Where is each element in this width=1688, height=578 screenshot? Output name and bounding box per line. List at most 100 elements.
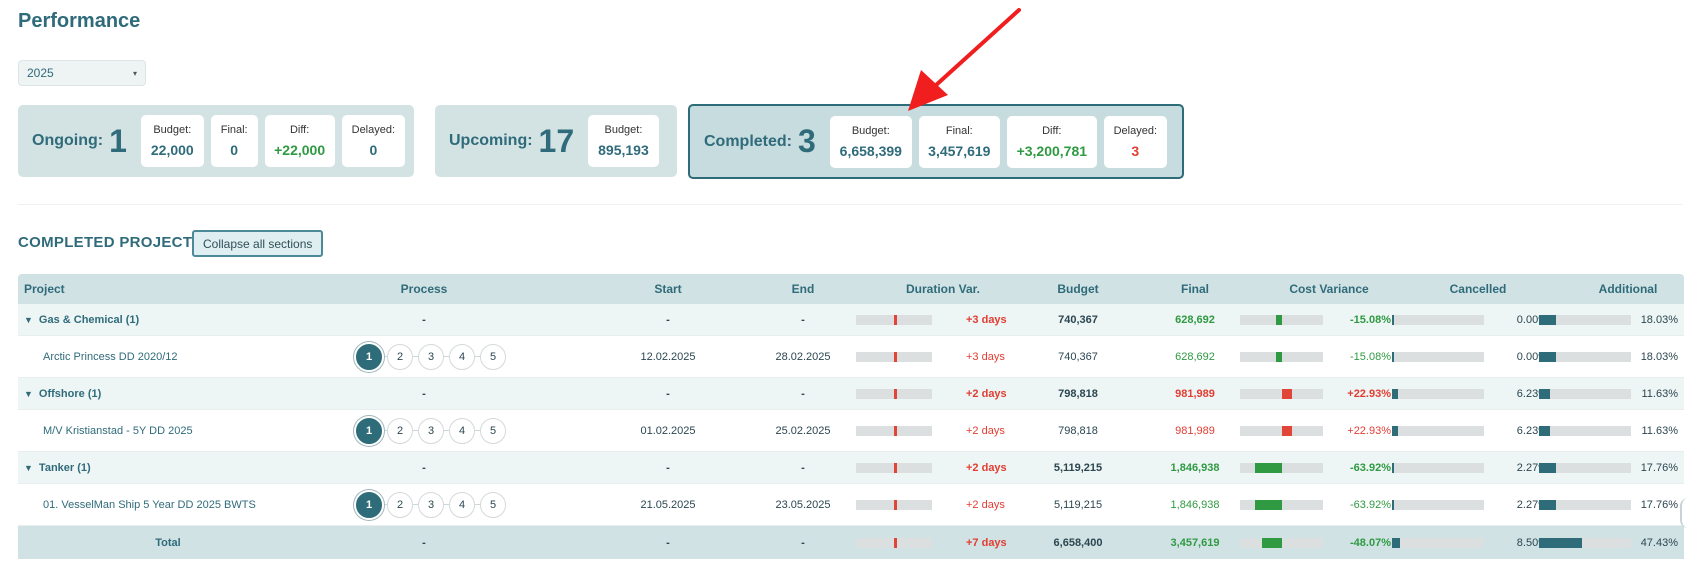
process-step-5[interactable]: 5 bbox=[480, 417, 506, 444]
col-header-cost-variance[interactable]: Cost Variance bbox=[1254, 274, 1404, 304]
duration-bar bbox=[856, 351, 932, 362]
process-step-3[interactable]: 3 bbox=[418, 343, 444, 370]
col-header-cancelled[interactable]: Cancelled bbox=[1418, 274, 1538, 304]
budget-cell: 740,367 bbox=[1058, 350, 1098, 363]
duration-value: +2 days bbox=[966, 424, 1005, 437]
additional-bar bbox=[1539, 388, 1631, 399]
process-step-3[interactable]: 3 bbox=[418, 491, 444, 518]
process-cell: - bbox=[422, 387, 426, 400]
process-step-3[interactable]: 3 bbox=[418, 417, 444, 444]
duration-bar-marker bbox=[894, 351, 897, 362]
cost-variance-bar bbox=[1240, 537, 1323, 548]
stat-value: 0 bbox=[369, 142, 378, 158]
cost-variance-value: -63.92% bbox=[1350, 498, 1391, 511]
cancelled-bar-fill bbox=[1392, 425, 1398, 436]
stat-label: Delayed: bbox=[351, 124, 396, 136]
stat-value: 0 bbox=[230, 142, 239, 158]
additional-bar-fill bbox=[1539, 499, 1556, 510]
process-step-1[interactable]: 1 bbox=[356, 417, 382, 444]
cancelled-bar-fill bbox=[1392, 462, 1394, 473]
summary-label: Ongoing: bbox=[32, 132, 104, 149]
process-step-5[interactable]: 5 bbox=[480, 491, 506, 518]
scroll-edge bbox=[1680, 498, 1688, 528]
col-header-final[interactable]: Final bbox=[1145, 274, 1245, 304]
additional-value: 18.03% bbox=[1640, 350, 1678, 363]
table-row[interactable]: Arctic Princess DD 2020/12 1 2 3 4 5 12.02.202… bbox=[18, 335, 1684, 378]
start-cell: 12.02.2025 bbox=[640, 350, 696, 363]
duration-bar bbox=[856, 462, 932, 473]
process-step-4[interactable]: 4 bbox=[449, 343, 475, 370]
start-cell: 01.02.2025 bbox=[640, 424, 696, 437]
col-header-start[interactable]: Start bbox=[618, 274, 718, 304]
col-header-process[interactable]: Process bbox=[356, 274, 492, 304]
project-name-link[interactable]: M/V Kristianstad - 5Y DD 2025 bbox=[43, 410, 343, 451]
triangle-down-icon: ▼ bbox=[24, 388, 33, 399]
start-cell: - bbox=[666, 313, 670, 326]
cancelled-bar bbox=[1392, 462, 1484, 473]
duration-value: +7 days bbox=[966, 536, 1007, 549]
cancelled-bar bbox=[1392, 351, 1484, 362]
col-header-project[interactable]: Project bbox=[24, 274, 65, 304]
end-cell: - bbox=[801, 313, 805, 326]
summary-count: 17 bbox=[538, 122, 575, 159]
cost-variance-bar-fill bbox=[1262, 537, 1282, 548]
duration-bar bbox=[856, 388, 932, 399]
start-cell: 21.05.2025 bbox=[640, 498, 696, 511]
duration-bar bbox=[856, 425, 932, 436]
process-step-1[interactable]: 1 bbox=[356, 491, 382, 518]
group-toggle[interactable]: ▼ Tanker (1) bbox=[24, 452, 91, 483]
budget-cell: 798,818 bbox=[1058, 424, 1098, 437]
table-row[interactable]: M/V Kristianstad - 5Y DD 2025 1 2 3 4 5 01.02.… bbox=[18, 409, 1684, 452]
col-header-duration[interactable]: Duration Var. bbox=[878, 274, 1008, 304]
group-toggle[interactable]: ▼ Gas & Chemical (1) bbox=[24, 304, 139, 335]
col-header-end[interactable]: End bbox=[753, 274, 853, 304]
stat-diff: Diff: +3,200,781 bbox=[1006, 115, 1097, 168]
group-row[interactable]: ▼ Gas & Chemical (1) - - - +3 days 740,367 628,… bbox=[18, 304, 1684, 335]
year-select-value: 2025 bbox=[27, 66, 54, 80]
process-step-2[interactable]: 2 bbox=[387, 343, 413, 370]
end-cell: - bbox=[801, 461, 805, 474]
budget-cell: 5,119,215 bbox=[1053, 498, 1103, 511]
final-cell: 981,989 bbox=[1175, 424, 1215, 437]
stat-value: 895,193 bbox=[598, 142, 649, 158]
start-cell: - bbox=[666, 387, 670, 400]
budget-cell: 798,818 bbox=[1058, 387, 1098, 400]
additional-bar-fill bbox=[1539, 351, 1556, 362]
stat-label: Diff: bbox=[289, 124, 310, 136]
total-label: Total bbox=[155, 536, 181, 549]
group-row[interactable]: ▼ Tanker (1) - - - +2 days 5,119,215 1,846,938 -… bbox=[18, 452, 1684, 483]
summary-ongoing[interactable]: Ongoing: 1 Budget: 22,000 Final: 0 Diff:… bbox=[18, 105, 414, 177]
process-step-2[interactable]: 2 bbox=[387, 491, 413, 518]
process-step-4[interactable]: 4 bbox=[449, 417, 475, 444]
table-row[interactable]: 01. VesselMan Ship 5 Year DD 2025 BWTS 1 2… bbox=[18, 483, 1684, 526]
stat-label: Budget: bbox=[604, 124, 643, 136]
collapse-all-button[interactable]: Collapse all sections bbox=[192, 230, 324, 257]
summary-upcoming[interactable]: Upcoming: 17 Budget: 895,193 bbox=[435, 105, 677, 177]
cost-variance-bar bbox=[1240, 499, 1323, 510]
col-header-additional[interactable]: Additional bbox=[1568, 274, 1688, 304]
additional-bar bbox=[1539, 462, 1631, 473]
process-step-4[interactable]: 4 bbox=[449, 491, 475, 518]
process-step-1[interactable]: 1 bbox=[356, 343, 382, 370]
duration-bar bbox=[856, 499, 932, 510]
final-cell: 628,692 bbox=[1175, 313, 1215, 326]
col-header-budget[interactable]: Budget bbox=[1028, 274, 1128, 304]
project-name-link[interactable]: 01. VesselMan Ship 5 Year DD 2025 BWTS bbox=[43, 484, 343, 525]
total-row: Total - - - +7 days 6,658,400 3,457,619 -48.07%… bbox=[18, 526, 1684, 559]
group-row[interactable]: ▼ Offshore (1) - - - +2 days 798,818 981,989 +22… bbox=[18, 378, 1684, 409]
process-steps: 12345 bbox=[356, 336, 506, 377]
process-step-2[interactable]: 2 bbox=[387, 417, 413, 444]
cost-variance-value: -15.08% bbox=[1350, 313, 1391, 326]
year-select[interactable]: 2025 ▾ bbox=[18, 60, 146, 86]
table-header: Project Process Start End Duration Var. … bbox=[18, 274, 1684, 304]
project-name-link[interactable]: Arctic Princess DD 2020/12 bbox=[43, 336, 343, 377]
group-toggle[interactable]: ▼ Offshore (1) bbox=[24, 378, 101, 409]
additional-bar bbox=[1539, 537, 1631, 548]
stat-budget: Budget: 22,000 bbox=[140, 115, 204, 167]
budget-cell: 6,658,400 bbox=[1053, 536, 1103, 549]
final-cell: 628,692 bbox=[1175, 350, 1215, 363]
process-step-5[interactable]: 5 bbox=[480, 343, 506, 370]
end-cell: 25.02.2025 bbox=[775, 424, 831, 437]
summary-completed[interactable]: Completed: 3 Budget: 6,658,399 Final: 3,… bbox=[688, 104, 1184, 179]
stat-label: Budget: bbox=[153, 124, 192, 136]
